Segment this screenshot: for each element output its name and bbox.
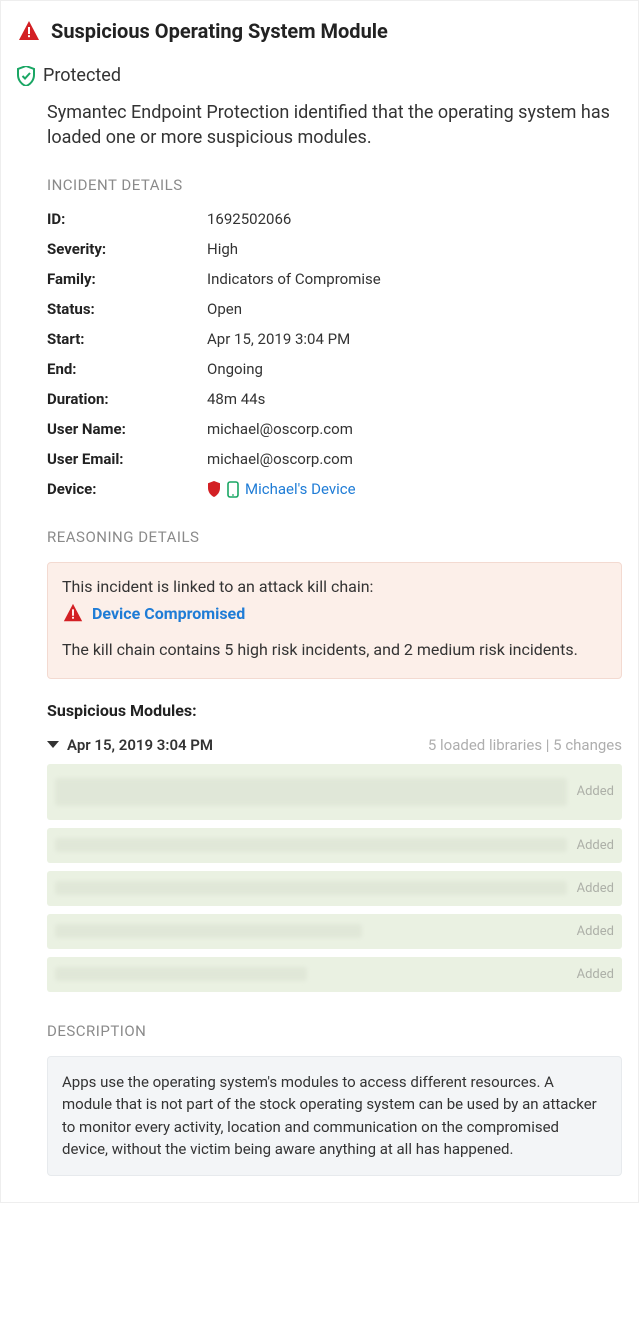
shield-check-icon — [17, 66, 35, 86]
value-family: Indicators of Compromise — [207, 270, 381, 288]
reasoning-intro: This incident is linked to an attack kil… — [62, 577, 607, 596]
row-useremail: User Email: michael@oscorp.com — [47, 450, 622, 468]
summary-text: Symantec Endpoint Protection identified … — [47, 100, 622, 150]
row-start: Start: Apr 15, 2019 3:04 PM — [47, 330, 622, 348]
module-path-redacted — [55, 778, 567, 806]
module-status: Added — [577, 881, 614, 896]
incident-details-header: Incident Details — [47, 176, 622, 194]
alert-icon — [62, 602, 84, 624]
reasoning-header: Reasoning Details — [47, 528, 622, 546]
row-device: Device: Michael's Device — [47, 480, 622, 498]
label-severity: Severity: — [47, 240, 207, 258]
value-duration: 48m 44s — [207, 390, 265, 408]
reasoning-summary: The kill chain contains 5 high risk inci… — [62, 638, 607, 661]
module-status: Added — [577, 838, 614, 853]
modules-list: Added Added Added Added Added — [47, 764, 622, 992]
module-item[interactable]: Added — [47, 828, 622, 863]
value-id: 1692502066 — [207, 210, 291, 228]
module-item[interactable]: Added — [47, 871, 622, 906]
module-path-redacted — [55, 967, 307, 981]
module-status: Added — [577, 924, 614, 939]
label-family: Family: — [47, 270, 207, 288]
shield-red-icon — [207, 481, 221, 497]
value-username[interactable]: michael@oscorp.com — [207, 420, 353, 438]
header-row: Suspicious Operating System Module — [17, 19, 622, 43]
modules-meta: 5 loaded libraries | 5 changes — [428, 736, 622, 754]
module-path-redacted — [55, 838, 567, 852]
row-status: Status: Open — [47, 300, 622, 318]
suspicious-modules-title: Suspicious Modules: — [47, 701, 622, 720]
device-compromised-link[interactable]: Device Compromised — [92, 604, 245, 623]
incident-panel: Suspicious Operating System Module Prote… — [0, 0, 639, 1203]
modules-timestamp: Apr 15, 2019 3:04 PM — [67, 736, 213, 754]
alert-icon — [17, 19, 41, 43]
value-end: Ongoing — [207, 360, 263, 378]
label-id: ID: — [47, 210, 207, 228]
module-status: Added — [577, 784, 614, 799]
label-duration: Duration: — [47, 390, 207, 408]
label-end: End: — [47, 360, 207, 378]
description-box: Apps use the operating system's modules … — [47, 1056, 622, 1176]
reasoning-box: This incident is linked to an attack kil… — [47, 562, 622, 678]
module-path-redacted — [55, 924, 362, 938]
label-status: Status: — [47, 300, 207, 318]
protected-label: Protected — [43, 65, 121, 86]
label-start: Start: — [47, 330, 207, 348]
row-severity: Severity: High — [47, 240, 622, 258]
page-title: Suspicious Operating System Module — [51, 19, 388, 43]
modules-timestamp-row[interactable]: Apr 15, 2019 3:04 PM 5 loaded libraries … — [47, 736, 622, 754]
phone-green-icon — [227, 481, 239, 498]
value-device-wrap: Michael's Device — [207, 480, 356, 498]
module-item[interactable]: Added — [47, 957, 622, 992]
value-start: Apr 15, 2019 3:04 PM — [207, 330, 350, 348]
row-family: Family: Indicators of Compromise — [47, 270, 622, 288]
module-status: Added — [577, 967, 614, 982]
protected-status: Protected — [17, 65, 622, 86]
row-id: ID: 1692502066 — [47, 210, 622, 228]
kill-chain-row: Device Compromised — [62, 602, 607, 624]
label-device: Device: — [47, 480, 207, 498]
value-useremail: michael@oscorp.com — [207, 450, 353, 468]
value-severity: High — [207, 240, 238, 258]
caret-down-icon — [47, 741, 59, 748]
row-username: User Name: michael@oscorp.com — [47, 420, 622, 438]
row-duration: Duration: 48m 44s — [47, 390, 622, 408]
description-header: Description — [47, 1022, 622, 1040]
label-username: User Name: — [47, 420, 207, 438]
module-path-redacted — [55, 881, 567, 895]
label-useremail: User Email: — [47, 450, 207, 468]
device-link[interactable]: Michael's Device — [245, 480, 356, 498]
value-status: Open — [207, 300, 242, 318]
row-end: End: Ongoing — [47, 360, 622, 378]
module-item[interactable]: Added — [47, 764, 622, 820]
module-item[interactable]: Added — [47, 914, 622, 949]
